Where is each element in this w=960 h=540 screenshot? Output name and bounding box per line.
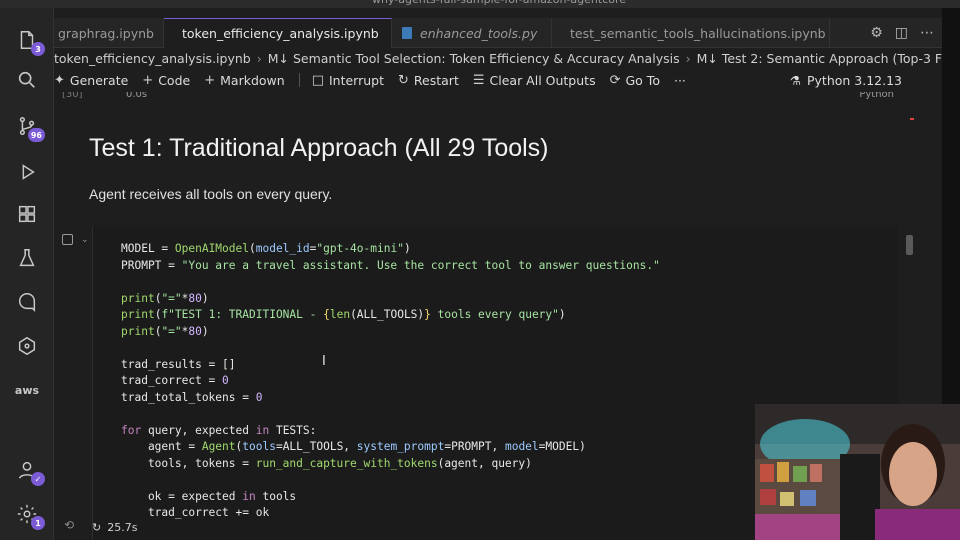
refresh-icon: ↻ (92, 520, 102, 534)
exec-count: [30] (62, 92, 83, 100)
tab-label: graphrag.ipynb (58, 25, 154, 41)
search-icon[interactable] (13, 66, 41, 94)
code-editor[interactable]: MODEL = OpenAIModel(model_id="gpt-4o-min… (121, 241, 660, 522)
list-clear-icon: ☰ (472, 72, 485, 88)
go-to-button[interactable]: ⟳ Go To (610, 73, 660, 88)
settings-badge: 1 (31, 516, 45, 530)
breadcrumb-subsection[interactable]: M↓ Test 2: Semantic Approach (Top-3 Filt… (697, 51, 942, 66)
notebook-toolbar: ✦ Generate + Code + Markdown □ Interrupt ↻ Re… (54, 68, 942, 92)
tab-label: test_semantic_tools_hallucinations.ipynb (570, 25, 826, 41)
scrollbar-thumb[interactable] (906, 235, 913, 255)
account-badge-icon: ✓ (31, 472, 45, 486)
generate-label: Generate (69, 72, 129, 88)
execution-status-icon: ⟲ (64, 518, 75, 532)
tab-label: token_efficiency_analysis.ipynb (182, 26, 379, 41)
breadcrumb-file[interactable]: token_efficiency_analysis.ipynb (54, 51, 251, 66)
kernel-label: Python 3.12.13 (806, 72, 902, 88)
cell-exec-status: ↻ 25.7s (92, 518, 137, 536)
clear-outputs-label: Clear All Outputs (489, 72, 596, 88)
account-icon[interactable]: ✓ (13, 456, 45, 486)
webcam-image (755, 404, 960, 540)
webcam-overlay (755, 404, 960, 540)
restart-icon: ↻ (398, 72, 409, 88)
cell-language[interactable]: Python (859, 92, 894, 100)
breadcrumb-section[interactable]: M↓ Semantic Tool Selection: Token Effici… (268, 51, 680, 66)
add-code-button[interactable]: + Code (142, 73, 190, 88)
generate-button[interactable]: ✦ Generate (54, 73, 128, 88)
chevron-down-icon[interactable]: ⌄ (81, 235, 89, 245)
cell-select-checkbox[interactable] (62, 234, 73, 245)
restart-button[interactable]: ↻ Restart (398, 73, 459, 88)
tab-token-efficiency[interactable]: token_efficiency_analysis.ipynb (164, 18, 392, 48)
exec-duration: 0.0s (126, 92, 148, 100)
markdown-paragraph: Agent receives all tools on every query. (89, 186, 333, 202)
cell-controls: ⌄ (62, 234, 89, 245)
breadcrumb: token_efficiency_analysis.ipynb › M↓ Sem… (54, 48, 942, 68)
text-cursor-icon: I (322, 354, 326, 369)
plus-icon: + (204, 72, 216, 88)
toolbar-divider (298, 73, 300, 87)
tab-label: enhanced_tools.py (420, 25, 538, 41)
breadcrumb-separator-icon: › (256, 50, 262, 66)
title-bar: why-agents-fail-sample-for-amazon-agentc… (0, 0, 960, 8)
plus-icon: + (142, 72, 154, 88)
exec-time: 25.7s (107, 520, 138, 534)
testing-icon[interactable] (13, 244, 41, 272)
tab-graphrag[interactable]: graphrag.ipynb (54, 18, 164, 48)
more-label: ··· (673, 72, 686, 88)
tab-enhanced-tools[interactable]: enhanced_tools.py (392, 18, 552, 48)
window-title: why-agents-fail-sample-for-amazon-agentc… (372, 0, 626, 6)
source-control-badge: 96 (27, 128, 45, 142)
stop-icon: □ (311, 72, 324, 88)
split-editor-icon[interactable]: ◫ (895, 25, 908, 41)
explorer-badge: 3 (31, 42, 45, 56)
sparkle-icon: ✦ (54, 72, 65, 88)
remote-icon[interactable] (13, 332, 41, 360)
toolbar-more-button[interactable]: ··· (674, 73, 686, 88)
activity-bar: 3 96 aws ✓ 1 (0, 8, 54, 540)
aws-icon[interactable]: aws (13, 376, 41, 404)
settings-gear-icon[interactable]: 1 (13, 500, 45, 530)
python-file-icon (402, 27, 412, 39)
add-markdown-button[interactable]: + Markdown (204, 73, 284, 88)
restart-label: Restart (413, 72, 459, 88)
kernel-icon: ⚗ (789, 72, 801, 88)
markdown-label: Markdown (220, 72, 285, 88)
run-debug-icon[interactable] (13, 158, 41, 186)
editor-tabs: graphrag.ipynb token_efficiency_analysis… (54, 18, 942, 48)
previous-cell-status: [30] 0.0s Python (54, 92, 942, 104)
source-control-icon[interactable]: 96 (13, 112, 45, 142)
markdown-heading: Test 1: Traditional Approach (All 29 Too… (89, 134, 549, 162)
interrupt-label: Interrupt (328, 72, 385, 88)
go-to-icon: ⟳ (609, 72, 621, 88)
kernel-picker[interactable]: ⚗ Python 3.12.13 (790, 68, 902, 92)
breadcrumb-separator-icon: › (685, 50, 691, 66)
code-label: Code (158, 72, 191, 88)
chat-icon[interactable] (13, 288, 41, 316)
clear-outputs-button[interactable]: ☰ Clear All Outputs (473, 73, 596, 88)
tab-test-semantic-tools[interactable]: test_semantic_tools_hallucinations.ipynb (552, 18, 830, 48)
overview-marker (910, 118, 914, 120)
more-actions-icon[interactable]: ⋯ (920, 25, 934, 41)
tab-actions: ⚙ ◫ ⋯ (870, 18, 942, 48)
settings-icon[interactable]: ⚙ (870, 25, 883, 41)
explorer-icon[interactable]: 3 (13, 26, 45, 56)
go-to-label: Go To (625, 72, 660, 88)
extensions-icon[interactable] (13, 200, 41, 228)
interrupt-button[interactable]: □ Interrupt (312, 73, 384, 88)
